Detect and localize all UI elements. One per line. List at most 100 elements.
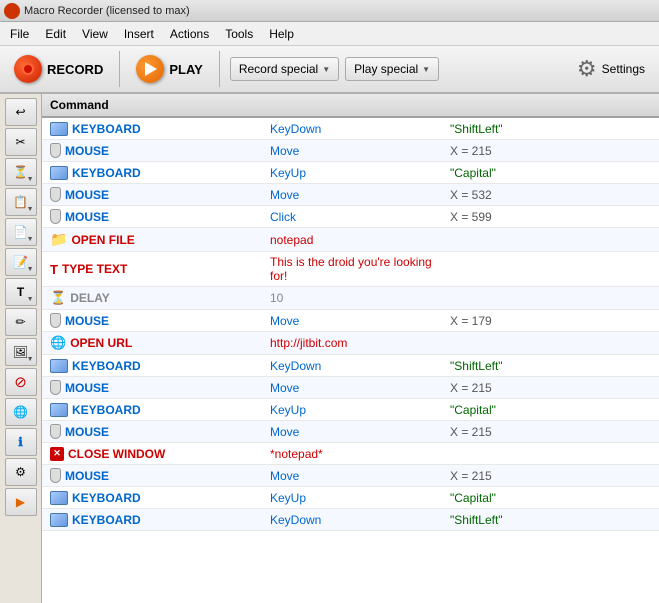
play-circle-icon — [136, 55, 164, 83]
edit-btn[interactable]: 📝▼ — [5, 248, 37, 276]
cut-btn[interactable]: ✂ — [5, 128, 37, 156]
keyboard-icon — [50, 403, 68, 417]
table-row[interactable]: MOUSE Move X = 532 — [42, 184, 659, 206]
act-text: KeyUp — [270, 166, 306, 180]
table-row[interactable]: MOUSE Move X = 179 — [42, 310, 659, 332]
play-button[interactable]: PLAY — [130, 51, 208, 87]
val-text: X = 599 — [450, 210, 492, 224]
keyboard-icon — [50, 491, 68, 505]
act-text: 10 — [270, 291, 283, 305]
keyboard-icon — [50, 122, 68, 136]
val-text: X = 179 — [450, 314, 492, 328]
url-btn2[interactable]: 🌐 — [5, 398, 37, 426]
act-text: Move — [270, 314, 299, 328]
val-text: "Capital" — [450, 166, 496, 180]
act-text: KeyUp — [270, 491, 306, 505]
menu-insert[interactable]: Insert — [116, 24, 162, 44]
content-area: Command KEYBOARD KeyDown "ShiftLeft" MOU… — [42, 94, 659, 603]
table-row[interactable]: 🌐 OPEN URL http://jitbit.com — [42, 332, 659, 355]
val-text: X = 532 — [450, 188, 492, 202]
menu-file[interactable]: File — [2, 24, 37, 44]
header-command: Command — [50, 98, 270, 112]
table-row[interactable]: MOUSE Move X = 215 — [42, 377, 659, 399]
paste-btn[interactable]: 📋▼ — [5, 188, 37, 216]
table-row[interactable]: KEYBOARD KeyUp "Capital" — [42, 487, 659, 509]
gear-icon: ⚙ — [577, 56, 597, 82]
mouse-icon — [50, 143, 61, 158]
stop-btn[interactable]: ⊘ — [5, 368, 37, 396]
table-row[interactable]: ✕ CLOSE WINDOW *notepad* — [42, 443, 659, 465]
cmd-text: MOUSE — [65, 314, 109, 328]
copy-arrow: ▼ — [27, 236, 34, 243]
act-text: notepad — [270, 233, 313, 247]
table-row[interactable]: ⏳ DELAY 10 — [42, 287, 659, 310]
header-action — [270, 98, 450, 112]
table-header: Command — [42, 94, 659, 118]
undo-btn[interactable]: ↩ — [5, 98, 37, 126]
table-row[interactable]: KEYBOARD KeyUp "Capital" — [42, 162, 659, 184]
record-label: RECORD — [47, 62, 103, 77]
play-label: PLAY — [169, 62, 202, 77]
table-row[interactable]: KEYBOARD KeyDown "ShiftLeft" — [42, 118, 659, 140]
info-btn[interactable]: ℹ — [5, 428, 37, 456]
play-btn2[interactable]: ▶ — [5, 488, 37, 516]
image-arrow: ▼ — [27, 356, 34, 363]
text-btn[interactable]: T▼ — [5, 278, 37, 306]
table-row[interactable]: MOUSE Move X = 215 — [42, 140, 659, 162]
table-row[interactable]: 📁 OPEN FILE notepad — [42, 228, 659, 252]
url-icon: 🌐 — [50, 335, 66, 351]
copy-btn[interactable]: 📄▼ — [5, 218, 37, 246]
cmd-text: MOUSE — [65, 210, 109, 224]
close-icon: ✕ — [50, 447, 64, 461]
mouse-icon — [50, 187, 61, 202]
act-text: Move — [270, 469, 299, 483]
mouse-icon — [50, 380, 61, 395]
cmd-text: KEYBOARD — [72, 122, 141, 136]
table-row[interactable]: T TYPE TEXT This is the droid you're loo… — [42, 252, 659, 287]
table-row[interactable]: MOUSE Move X = 215 — [42, 465, 659, 487]
toolbar-separator-2 — [219, 51, 220, 87]
table-row[interactable]: KEYBOARD KeyDown "ShiftLeft" — [42, 509, 659, 531]
settings-button[interactable]: ⚙ Settings — [571, 52, 651, 86]
mouse-icon — [50, 468, 61, 483]
act-text: Click — [270, 210, 296, 224]
record-dot-icon — [22, 63, 34, 75]
act-text: Move — [270, 144, 299, 158]
cmd-text: KEYBOARD — [72, 491, 141, 505]
record-special-chevron: ▼ — [322, 65, 330, 74]
val-text: "ShiftLeft" — [450, 359, 503, 373]
cmd-text: KEYBOARD — [72, 359, 141, 373]
act-text: http://jitbit.com — [270, 336, 347, 350]
cmd-text: MOUSE — [65, 469, 109, 483]
menu-bar: File Edit View Insert Actions Tools Help — [0, 22, 659, 46]
table-row[interactable]: KEYBOARD KeyDown "ShiftLeft" — [42, 355, 659, 377]
keyboard-icon — [50, 359, 68, 373]
menu-edit[interactable]: Edit — [37, 24, 74, 44]
menu-tools[interactable]: Tools — [217, 24, 261, 44]
play-special-button[interactable]: Play special ▼ — [345, 57, 439, 81]
act-text: This is the droid you're looking for! — [270, 255, 432, 283]
record-circle-icon — [14, 55, 42, 83]
delay-btn[interactable]: ⏳▼ — [5, 158, 37, 186]
table-row[interactable]: MOUSE Move X = 215 — [42, 421, 659, 443]
table-row[interactable]: MOUSE Click X = 599 — [42, 206, 659, 228]
keyboard-icon — [50, 166, 68, 180]
table-row[interactable]: KEYBOARD KeyUp "Capital" — [42, 399, 659, 421]
menu-view[interactable]: View — [74, 24, 116, 44]
header-value — [450, 98, 651, 112]
settings-btn2[interactable]: ⚙ — [5, 458, 37, 486]
record-button[interactable]: RECORD — [8, 51, 109, 87]
val-text: X = 215 — [450, 144, 492, 158]
image-btn[interactable]: 🖼▼ — [5, 338, 37, 366]
cmd-text: KEYBOARD — [72, 166, 141, 180]
cmd-text: MOUSE — [65, 144, 109, 158]
menu-actions[interactable]: Actions — [162, 24, 217, 44]
play-triangle-icon — [145, 62, 157, 76]
menu-help[interactable]: Help — [261, 24, 302, 44]
record-special-button[interactable]: Record special ▼ — [230, 57, 339, 81]
keyboard-icon — [50, 513, 68, 527]
act-text: Move — [270, 188, 299, 202]
act-text: Move — [270, 381, 299, 395]
val-text: "Capital" — [450, 403, 496, 417]
pencil-btn[interactable]: ✏ — [5, 308, 37, 336]
